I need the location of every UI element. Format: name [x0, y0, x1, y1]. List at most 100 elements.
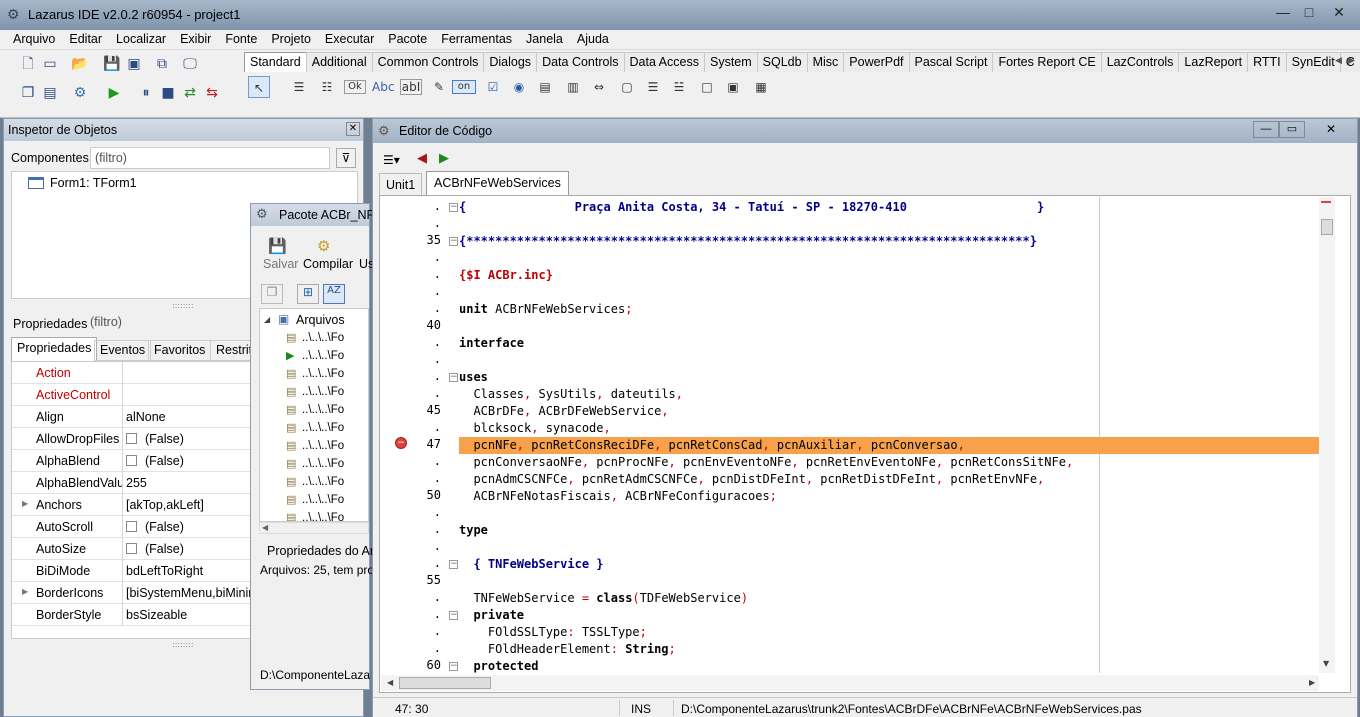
tree-view-icon[interactable]: ⊞ — [297, 284, 319, 304]
property-value[interactable]: 255 — [126, 476, 147, 490]
splitter-handle[interactable]: :::::::: — [172, 301, 194, 310]
editor-minimize-icon[interactable]: — — [1253, 121, 1279, 138]
expand-arrow-icon[interactable]: ▶ — [22, 587, 28, 596]
menu-projeto[interactable]: Projeto — [264, 30, 318, 46]
pause-icon[interactable]: ⏸ — [136, 84, 156, 102]
palette-scroll-right-icon[interactable]: ▶ — [1348, 56, 1355, 66]
menu-localizar[interactable]: Localizar — [109, 30, 173, 46]
add-file-icon[interactable]: ❐ — [261, 284, 283, 304]
property-row[interactable]: Action — [12, 362, 260, 384]
step-into-icon[interactable]: ⇄ — [180, 84, 200, 102]
palette-tab-rtti[interactable]: RTTI — [1247, 52, 1287, 72]
package-file-item[interactable]: ..\..\..\Fo — [302, 458, 344, 470]
fold-toggle-icon[interactable]: − — [449, 662, 458, 671]
menu-janela[interactable]: Janela — [519, 30, 570, 46]
code-line[interactable]: type — [459, 522, 488, 539]
tpopupmenu-icon[interactable]: ☷ — [316, 76, 338, 98]
step-over-icon[interactable]: ⇆ — [202, 84, 222, 102]
tgroupbox-icon[interactable]: ▢ — [616, 76, 638, 98]
sort-az-icon[interactable]: AZ — [323, 284, 345, 304]
horizontal-scrollbar[interactable]: ◀ ▶ — [381, 675, 1319, 691]
fold-toggle-icon[interactable]: − — [449, 560, 458, 569]
tree-item-form1[interactable]: Form1: TForm1 — [50, 176, 137, 190]
package-file-item[interactable]: ..\..\..\Fo — [302, 422, 344, 434]
package-hscroll[interactable]: ◀ — [259, 522, 369, 534]
code-line[interactable]: pcnNFe, pcnRetConsReciDFe, pcnRetConsCad… — [459, 437, 964, 454]
package-file-item[interactable]: ..\..\..\Fo — [302, 404, 344, 416]
package-file-item[interactable]: ..\..\..\Fo — [302, 368, 344, 380]
package-file-item[interactable]: ..\..\..\Fo — [302, 476, 344, 488]
tedit-icon[interactable]: abI — [400, 79, 422, 95]
code-line[interactable]: { Praça Anita Costa, 34 - Tatuí - SP - 1… — [459, 199, 1044, 216]
filter-clear-icon[interactable]: ⊽ — [336, 148, 356, 168]
tradiobutton-icon[interactable]: ◉ — [508, 76, 530, 98]
property-checkbox[interactable] — [126, 455, 137, 466]
components-filter-input[interactable]: (filtro) — [90, 147, 330, 169]
palette-tab-lazreport[interactable]: LazReport — [1178, 52, 1249, 72]
scroll-left-arrow-icon[interactable]: ◀ — [387, 678, 393, 687]
properties-filter-input[interactable]: (filtro) — [88, 313, 258, 333]
fold-toggle-icon[interactable]: − — [449, 203, 458, 212]
editor-close-icon[interactable]: ✕ — [1309, 121, 1353, 138]
compile-icon[interactable]: ⚙ — [317, 237, 330, 255]
menu-fonte[interactable]: Fonte — [218, 30, 264, 46]
package-file-item[interactable]: ..\..\..\Fo — [302, 440, 344, 452]
code-line[interactable]: ACBrNFeNotasFiscais, ACBrNFeConfiguracoe… — [459, 488, 776, 505]
editor-menu-icon[interactable]: ☰▾ — [383, 153, 400, 167]
property-row[interactable]: ▶ BorderIcons [biSystemMenu,biMinim — [12, 582, 260, 604]
scroll-right-arrow-icon[interactable]: ▶ — [1309, 678, 1315, 687]
property-row[interactable]: AlphaBlendValu 255 — [12, 472, 260, 494]
palette-tab-sqldb[interactable]: SQLdb — [756, 52, 808, 72]
code-line[interactable]: ACBrDFe, ACBrDFeWebService, — [459, 403, 668, 420]
menu-exibir[interactable]: Exibir — [173, 30, 218, 46]
package-file-item[interactable]: ..\..\..\Fo — [302, 512, 344, 521]
palette-tab-synedit[interactable]: SynEdit — [1285, 52, 1341, 72]
property-row[interactable]: ActiveControl — [12, 384, 260, 406]
code-line[interactable]: {***************************************… — [459, 233, 1037, 250]
code-line[interactable]: protected — [459, 658, 538, 673]
inspector-close-icon[interactable]: ✕ — [346, 122, 360, 136]
ttogglebox-icon[interactable]: on — [452, 80, 476, 94]
view-forms-icon[interactable]: 🖵 — [180, 55, 200, 73]
property-value[interactable]: [akTop,akLeft] — [126, 498, 204, 512]
tmemo-icon[interactable]: ✎ — [428, 76, 450, 98]
code-line[interactable]: { TNFeWebService } — [459, 556, 603, 573]
tactionlist-icon[interactable]: ▦ — [750, 76, 772, 98]
expand-arrow-icon[interactable]: ▶ — [22, 499, 28, 508]
palette-tab-standard[interactable]: Standard — [244, 52, 307, 72]
menu-pacote[interactable]: Pacote — [381, 30, 434, 46]
tradiogroup-icon[interactable]: ☰ — [642, 76, 664, 98]
tab-eventos[interactable]: Eventos — [94, 340, 152, 361]
tscrollbar-icon[interactable]: ⇔ — [588, 76, 610, 98]
palette-tab-data-controls[interactable]: Data Controls — [536, 52, 625, 72]
fold-toggle-icon[interactable]: − — [449, 237, 458, 246]
code-line[interactable]: pcnAdmCSCNFCe, pcnRetAdmCSCNFCe, pcnDist… — [459, 471, 1044, 488]
tcheckbox-icon[interactable]: ☑ — [482, 76, 504, 98]
tab-favoritos[interactable]: Favoritos — [148, 340, 212, 361]
tbutton-icon[interactable]: Ok — [344, 80, 366, 94]
tpanel-icon[interactable]: □ — [696, 76, 718, 98]
package-file-item[interactable]: ..\..\..\Fo — [302, 332, 344, 344]
menu-ajuda[interactable]: Ajuda — [570, 30, 616, 46]
palette-tab-dialogs[interactable]: Dialogs — [483, 52, 538, 72]
palette-scroll-left-icon[interactable]: ◀ — [1335, 56, 1342, 66]
view-toggle-icon[interactable]: ▤ — [40, 84, 60, 102]
tab-propriedades[interactable]: Propriedades — [11, 337, 98, 361]
package-file-item[interactable]: ..\..\..\Fo — [302, 386, 344, 398]
code-line[interactable]: uses — [459, 369, 488, 386]
code-line[interactable]: FOldSSLType: TSSLType; — [459, 624, 647, 641]
run-icon[interactable]: ▶ — [104, 84, 124, 102]
tlistbox-icon[interactable]: ▤ — [534, 76, 556, 98]
palette-tab-pascal-script[interactable]: Pascal Script — [908, 52, 994, 72]
maximize-button[interactable]: □ — [1296, 3, 1322, 21]
menu-ferramentas[interactable]: Ferramentas — [434, 30, 519, 46]
new-form-icon[interactable]: ▭ — [40, 55, 60, 73]
menu-arquivo[interactable]: Arquivo — [6, 30, 62, 46]
tcheckgroup-icon[interactable]: ☱ — [668, 76, 690, 98]
minimize-button[interactable]: — — [1270, 3, 1296, 21]
property-row[interactable]: ▶ Anchors [akTop,akLeft] — [12, 494, 260, 516]
property-row[interactable]: BiDiMode bdLeftToRight — [12, 560, 260, 582]
property-row[interactable]: AlphaBlend (False) — [12, 450, 260, 472]
fold-toggle-icon[interactable]: − — [449, 611, 458, 620]
property-value[interactable]: (False) — [126, 542, 184, 556]
